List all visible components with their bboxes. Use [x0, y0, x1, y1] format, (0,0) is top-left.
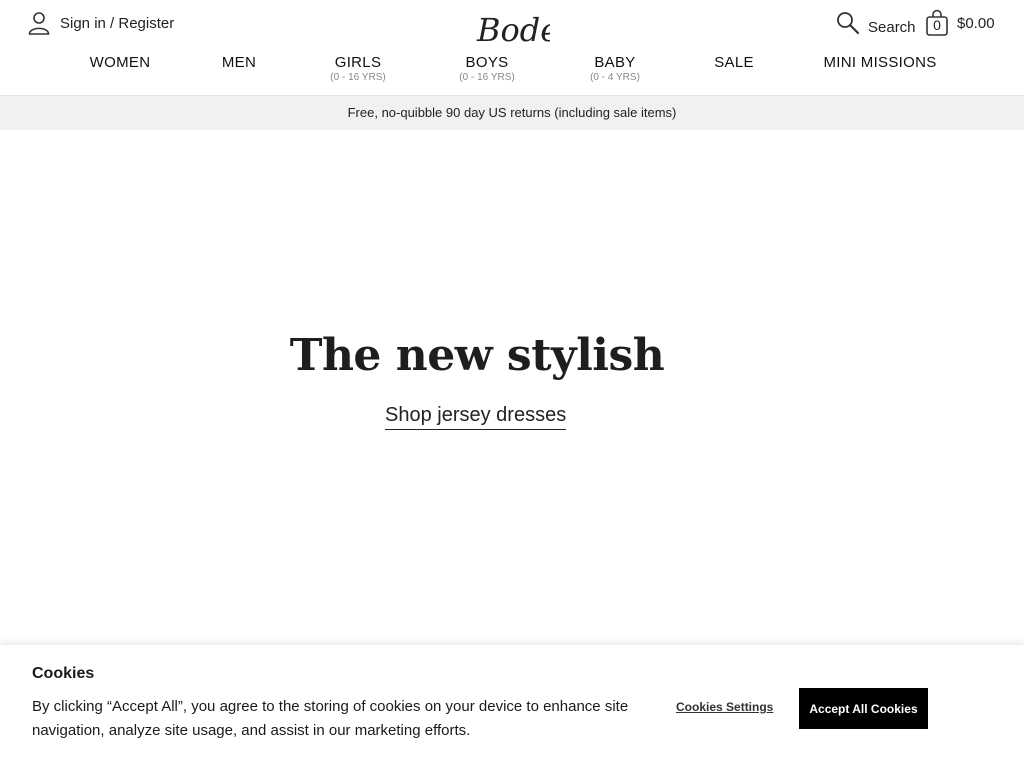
nav-item-baby[interactable]: BABY (0 - 4 YRS) [590, 54, 640, 83]
sign-in-label: Sign in / Register [60, 14, 175, 32]
promo-banner[interactable]: Free, no-quibble 90 day US returns (incl… [0, 96, 1024, 130]
hero-banner: The new stylish Shop jersey dresses [0, 130, 1024, 644]
cookies-settings-link[interactable]: Cookies Settings [676, 700, 773, 714]
logo-text: Boden [476, 11, 550, 48]
search-icon [836, 11, 860, 40]
site-header: Sign in / Register Boden Search 0 $0.00 … [0, 0, 1024, 96]
basket-button[interactable]: 0 [925, 9, 949, 37]
cookie-message: By clicking “Accept All”, you agree to t… [32, 698, 629, 739]
nav-item-women[interactable]: WOMEN [90, 54, 151, 71]
accept-all-cookies-button[interactable]: Accept All Cookies [799, 688, 928, 729]
nav-item-mini-missions[interactable]: MINI MISSIONS [823, 54, 936, 71]
basket-count: 0 [933, 17, 941, 33]
boden-logo[interactable]: Boden [476, 8, 550, 48]
hero-title: The new stylish [289, 330, 665, 381]
nav-item-men[interactable]: MEN [222, 54, 256, 71]
promo-text: Free, no-quibble 90 day US returns (incl… [347, 105, 677, 120]
main-navigation: WOMEN MEN GIRLS (0 - 16 YRS) BOYS (0 - 1… [0, 54, 1024, 94]
nav-label: BABY [594, 54, 636, 71]
user-icon [28, 11, 50, 35]
basket-total: $0.00 [957, 15, 995, 32]
cookie-banner: Cookies By clicking “Accept All”, you ag… [0, 644, 1024, 769]
nav-item-girls[interactable]: GIRLS (0 - 16 YRS) [330, 54, 385, 83]
cookie-title: Cookies [32, 665, 95, 682]
nav-label: MINI MISSIONS [823, 54, 937, 71]
nav-item-sale[interactable]: SALE [714, 54, 754, 71]
nav-label: MEN [221, 54, 257, 71]
shop-jersey-dresses-link[interactable]: Shop jersey dresses [385, 404, 567, 430]
nav-age-range: (0 - 16 YRS) [330, 72, 386, 83]
search-label: Search [868, 18, 916, 36]
nav-age-range: (0 - 4 YRS) [590, 72, 640, 83]
nav-label: SALE [714, 54, 754, 71]
nav-label: GIRLS [334, 54, 382, 71]
sign-in-link[interactable]: Sign in / Register [28, 11, 174, 35]
nav-age-range: (0 - 16 YRS) [459, 72, 515, 83]
nav-item-boys[interactable]: BOYS (0 - 16 YRS) [459, 54, 514, 83]
search-link[interactable]: Search [836, 11, 916, 40]
nav-label: BOYS [465, 54, 509, 71]
nav-label: WOMEN [89, 54, 151, 71]
